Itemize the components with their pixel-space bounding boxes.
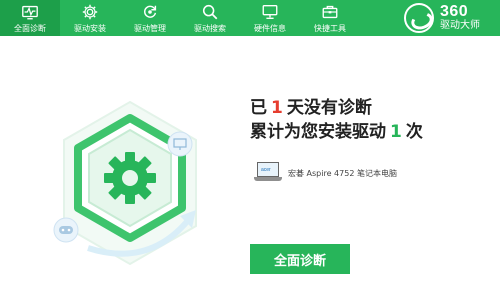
search-icon [199,1,221,23]
tab-driver-manage[interactable]: 驱动管理 [120,0,180,36]
brand-number: 360 [440,3,469,20]
status-text: 累计为您安装驱动 [250,122,386,142]
full-diagnosis-button[interactable]: 全面诊断 [250,244,350,274]
refresh-icon [139,1,161,23]
days-since-diagnosis: 已 1 天没有诊断 [250,96,490,120]
install-count: 1 [390,122,402,142]
install-total: 累计为您安装驱动 1 次 [250,120,490,144]
days-count: 1 [271,98,283,118]
brand-logo: 360 驱动大师 [404,2,492,34]
status-text: 次 [405,122,423,142]
tab-label: 快捷工具 [314,24,346,33]
monitor-icon [259,1,281,23]
toolbox-icon [319,1,341,23]
laptop-screen-brand: acer [261,167,271,173]
tab-hardware-info[interactable]: 硬件信息 [240,0,300,36]
brand-badge-icon [404,3,434,33]
status-text: 已 [250,98,267,118]
brand-name: 驱动大师 [440,20,480,31]
device-info: acer 宏碁 Aspire 4752 笔记本电脑 [254,162,397,184]
diagnosis-status: 已 1 天没有诊断 累计为您安装驱动 1 次 [250,96,490,144]
tab-driver-search[interactable]: 驱动搜索 [180,0,240,36]
top-toolbar: 全面诊断 驱动安装 驱动管理 驱动搜索 硬件信息 快捷工具 360 驱动大师 [0,0,500,36]
tab-label: 驱动安装 [74,24,106,33]
laptop-icon: acer [254,162,282,184]
gear-icon [79,1,101,23]
tab-driver-install[interactable]: 驱动安装 [60,0,120,36]
pulse-icon [19,1,41,23]
tab-quick-tools[interactable]: 快捷工具 [300,0,360,36]
diagnosis-illustration [50,98,210,280]
monitor-badge-icon [167,131,193,157]
tab-label: 全面诊断 [14,24,46,33]
tab-label: 驱动搜索 [194,24,226,33]
tab-label: 硬件信息 [254,24,286,33]
tab-label: 驱动管理 [134,24,166,33]
main-panel: 已 1 天没有诊断 累计为您安装驱动 1 次 acer 宏碁 Aspire 4752 笔… [0,36,500,300]
status-text: 天没有诊断 [286,98,372,118]
tab-full-diagnosis[interactable]: 全面诊断 [0,0,60,36]
device-name: 宏碁 Aspire 4752 笔记本电脑 [288,168,397,178]
gear-icon [104,152,156,204]
gamepad-badge-icon [53,217,79,243]
